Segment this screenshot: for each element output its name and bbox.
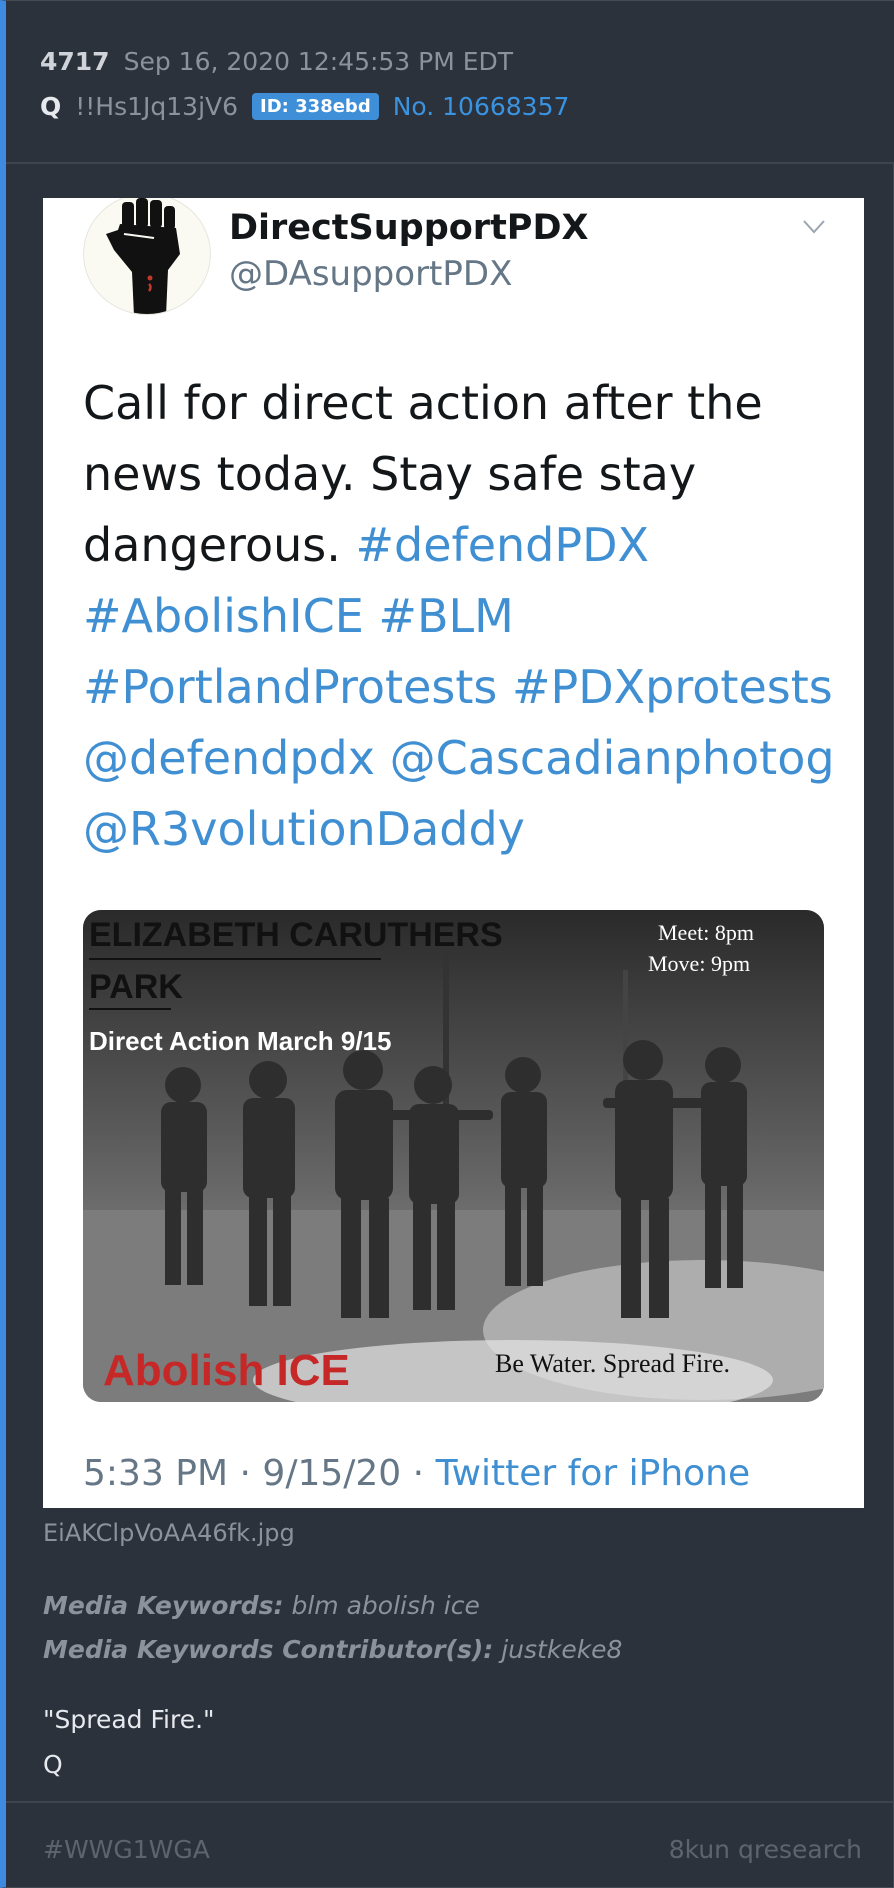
media-contributors-value: justkeke8: [501, 1635, 623, 1664]
media-heading-2: PARK: [89, 968, 183, 1006]
post-tripcode: !!Hs1Jq13jV6: [75, 92, 239, 121]
media-heading-1: ELIZABETH CARUTHERS: [89, 916, 503, 954]
attachment-filename[interactable]: EiAKClpVoAA46fk.jpg: [43, 1519, 295, 1547]
tweet-handle[interactable]: @DAsupportPDX: [229, 254, 512, 294]
footer-hashtag: #WWG1WGA: [43, 1835, 210, 1864]
post-date: Sep 16, 2020 12:45:53 PM EDT: [123, 47, 514, 76]
media-keywords-label: Media Keywords:: [43, 1591, 284, 1620]
media-keywords-row: Media Keywords: blm abolish ice: [43, 1591, 480, 1620]
hashtag-link[interactable]: #AbolishICE: [83, 589, 364, 643]
tweet-media-image[interactable]: ELIZABETH CARUTHERS PARK Direct Action M…: [83, 910, 824, 1402]
post-number: 4717: [40, 47, 110, 76]
tweet-date[interactable]: 9/15/20: [262, 1453, 401, 1494]
separator-dot: ·: [412, 1453, 425, 1494]
hashtag-link[interactable]: #PDXprotests: [512, 660, 833, 714]
tweet-source-link[interactable]: Twitter for iPhone: [436, 1453, 751, 1494]
post-author: Q: [40, 92, 62, 121]
post-header: 4717 Sep 16, 2020 12:45:53 PM EDT Q !!Hs…: [6, 1, 894, 164]
footer-source: 8kun qresearch: [668, 1835, 862, 1864]
hashtag-link[interactable]: #BLM: [378, 589, 513, 643]
post-frame: 4717 Sep 16, 2020 12:45:53 PM EDT Q !!Hs…: [0, 0, 894, 1888]
post-number-link[interactable]: No. 10668357: [393, 92, 570, 121]
separator-dot: ·: [239, 1453, 251, 1494]
tweet-card: DirectSupportPDX @DAsupportPDX Call for …: [43, 198, 864, 1508]
post-author-row: Q !!Hs1Jq13jV6 ID: 338ebd No. 10668357: [40, 92, 569, 121]
hashtag-link[interactable]: #defendPDX: [355, 518, 649, 572]
media-keywords-value: blm abolish ice: [291, 1591, 480, 1620]
mention-link[interactable]: @Cascadianphotog: [390, 731, 835, 785]
hashtag-link[interactable]: #PortlandProtests: [83, 660, 497, 714]
tweet-time[interactable]: 5:33 PM: [83, 1453, 228, 1494]
avatar[interactable]: [83, 198, 211, 315]
raised-fist-icon: [106, 198, 180, 314]
mention-link[interactable]: @defendpdx: [83, 731, 375, 785]
post-meta-row: 4717 Sep 16, 2020 12:45:53 PM EDT: [40, 47, 513, 76]
media-contributors-row: Media Keywords Contributor(s): justkeke8: [43, 1635, 622, 1664]
tweet-footer: 5:33 PM · 9/15/20 · Twitter for iPhone: [83, 1453, 750, 1494]
media-subheading: Direct Action March 9/15: [89, 1026, 391, 1056]
protest-photo: ELIZABETH CARUTHERS PARK Direct Action M…: [83, 910, 824, 1402]
post-footer: #WWG1WGA 8kun qresearch: [6, 1801, 894, 1888]
tweet-text: Call for direct action after the news to…: [83, 368, 853, 865]
chevron-down-icon[interactable]: [803, 220, 825, 234]
tweet-display-name[interactable]: DirectSupportPDX: [229, 208, 589, 248]
post-message-line-2: Q: [43, 1750, 63, 1779]
media-contributors-label: Media Keywords Contributor(s):: [43, 1635, 494, 1664]
id-badge[interactable]: ID: 338ebd: [252, 93, 379, 120]
media-slogan: Be Water. Spread Fire.: [495, 1349, 730, 1378]
mention-link[interactable]: @R3volutionDaddy: [83, 802, 525, 856]
media-abolish-ice: Abolish ICE: [103, 1346, 350, 1395]
post-message-line-1: "Spread Fire.": [43, 1705, 215, 1734]
media-meet-time: Meet: 8pm: [658, 920, 754, 945]
media-move-time: Move: 9pm: [648, 951, 750, 976]
